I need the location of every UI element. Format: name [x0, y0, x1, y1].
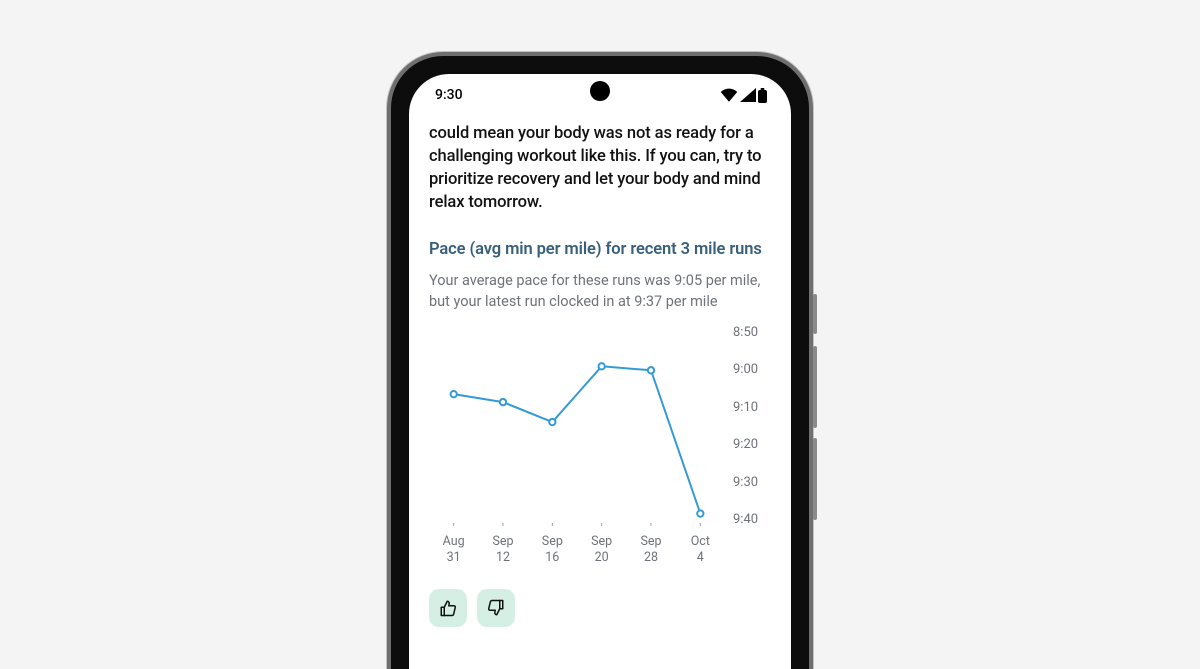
- cellular-icon: [740, 88, 756, 102]
- chart-title: Pace (avg min per mile) for recent 3 mil…: [429, 240, 771, 259]
- pace-chart: 8:50 9:00 9:10 9:20 9:30 9:40: [429, 326, 771, 526]
- y-tick-label: 9:00: [733, 363, 771, 376]
- phone-screen: 9:30 could mean your body wa: [409, 74, 791, 669]
- chart-y-axis-labels: 8:50 9:00 9:10 9:20 9:30 9:40: [725, 326, 771, 526]
- phone-bezel: 9:30 could mean your body wa: [391, 56, 809, 669]
- x-tick-label: Oct 4: [676, 534, 725, 565]
- phone-volume-down: [813, 438, 817, 520]
- chart-plot-area: [429, 326, 725, 526]
- chart-description: Your average pace for these runs was 9:0…: [429, 271, 771, 312]
- battery-icon: [758, 88, 767, 103]
- x-tick-label: Sep 28: [626, 534, 675, 565]
- y-tick-label: 9:10: [733, 401, 771, 414]
- x-tick-label: Sep 16: [528, 534, 577, 565]
- thumbs-down-button[interactable]: [477, 589, 515, 627]
- phone-side-button: [813, 294, 817, 334]
- thumbs-up-button[interactable]: [429, 589, 467, 627]
- y-tick-label: 9:40: [733, 513, 771, 526]
- thumbs-up-icon: [439, 599, 457, 617]
- x-tick-label: Sep 20: [577, 534, 626, 565]
- status-icons: [720, 88, 771, 103]
- x-tick-label: Aug 31: [429, 534, 478, 565]
- phone-volume-up: [813, 346, 817, 428]
- phone-frame: 9:30 could mean your body wa: [387, 52, 813, 669]
- x-tick-label: Sep 12: [478, 534, 527, 565]
- front-camera: [590, 81, 610, 101]
- y-tick-label: 8:50: [733, 326, 771, 339]
- y-tick-label: 9:20: [733, 438, 771, 451]
- insight-body-text: could mean your body was not as ready fo…: [429, 122, 771, 214]
- chart-x-axis-labels: Aug 31Sep 12Sep 16Sep 20Sep 28Oct 4: [429, 534, 771, 565]
- wifi-icon: [720, 88, 738, 102]
- status-time: 9:30: [429, 87, 463, 103]
- thumbs-down-icon: [487, 599, 505, 617]
- feedback-row: [429, 589, 771, 627]
- y-tick-label: 9:30: [733, 476, 771, 489]
